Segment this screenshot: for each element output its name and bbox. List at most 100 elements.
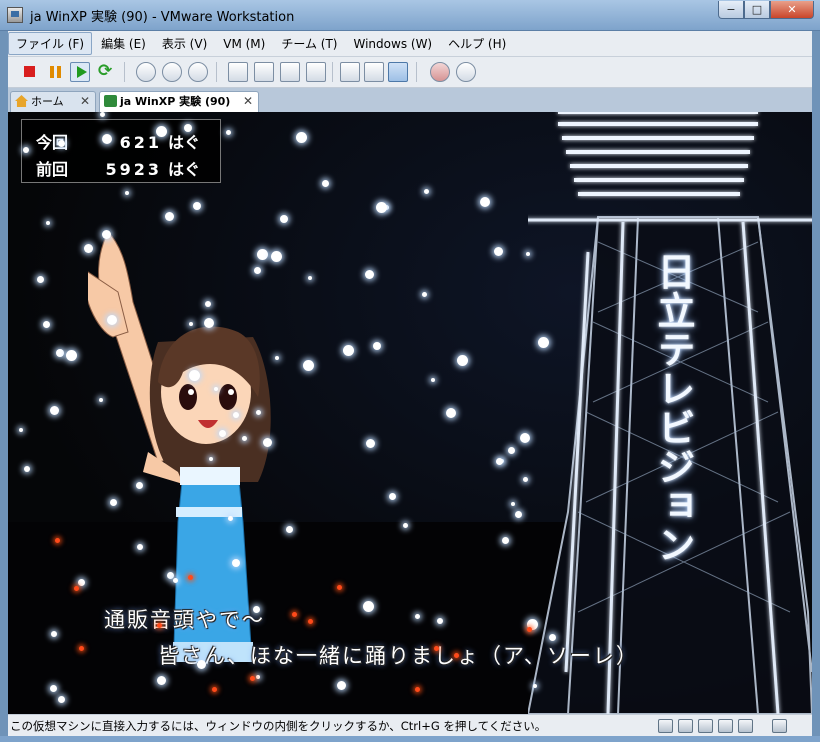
snow-particle	[256, 675, 260, 679]
close-button[interactable]: ✕	[770, 1, 814, 19]
unity-icon[interactable]	[340, 62, 360, 82]
ember-particle	[415, 687, 420, 692]
snow-particle	[189, 322, 193, 326]
vm-screen[interactable]: 日立テレビジョン 今回 621 はぐ 前回 5923 はぐ 通販音頭やで～ 皆さ…	[8, 112, 812, 714]
snow-particle	[424, 189, 429, 194]
snow-particle	[102, 230, 111, 239]
menu-file[interactable]: ファイル (F)	[8, 32, 93, 55]
ember-particle	[454, 653, 459, 658]
snow-particle	[24, 466, 30, 472]
usb-icon[interactable]	[698, 719, 713, 733]
snow-particle	[363, 601, 374, 612]
snow-particle	[523, 477, 528, 482]
quick-switch-icon[interactable]	[280, 62, 300, 82]
snow-particle	[263, 438, 272, 447]
snow-particle	[422, 292, 427, 297]
maximize-button[interactable]: □	[744, 1, 770, 19]
window-title: ja WinXP 実験 (90) - VMware Workstation	[30, 10, 295, 25]
lyric-line-1: 通販音頭やで～	[104, 608, 265, 632]
snow-particle	[226, 130, 231, 135]
sidebar-icon[interactable]	[228, 62, 248, 82]
play-icon[interactable]	[70, 62, 90, 82]
console-view-icon[interactable]	[306, 62, 326, 82]
menu-help[interactable]: ヘルプ (H)	[441, 33, 513, 54]
tab-vm-label: ja WinXP 実験 (90)	[120, 95, 231, 108]
stop-icon[interactable]	[20, 62, 40, 82]
snow-particle	[110, 499, 117, 506]
tab-strip: ホーム ✕ ja WinXP 実験 (90) ✕	[8, 88, 812, 112]
appliance-view-icon[interactable]	[388, 62, 408, 82]
toolbar	[8, 57, 812, 88]
score-row-previous: 前回 5923 はぐ	[36, 156, 200, 180]
snow-particle	[204, 318, 214, 328]
menu-vm[interactable]: VM (M)	[216, 35, 272, 53]
snow-particle	[66, 350, 77, 361]
snow-particle	[242, 436, 247, 441]
snow-particle	[197, 660, 206, 669]
sound-icon[interactable]	[718, 719, 733, 733]
snow-particle	[19, 428, 23, 432]
snow-particle	[343, 345, 354, 356]
snow-particle	[84, 244, 93, 253]
snow-particle	[280, 215, 288, 223]
snow-particle	[373, 342, 381, 350]
menu-windows[interactable]: Windows (W)	[347, 35, 440, 53]
snow-particle	[549, 634, 556, 641]
snow-particle	[214, 387, 218, 391]
snow-particle	[322, 180, 329, 187]
snow-particle	[46, 221, 50, 225]
snow-particle	[125, 191, 129, 195]
window-titlebar[interactable]: ja WinXP 実験 (90) - VMware Workstation − …	[0, 0, 820, 31]
snow-particle	[184, 124, 192, 132]
snow-particle	[480, 197, 490, 207]
snow-particle	[526, 252, 530, 256]
snow-particle	[403, 523, 408, 528]
snow-particle	[337, 681, 346, 690]
vmware-app-icon[interactable]	[7, 7, 23, 23]
snow-particle	[389, 493, 396, 500]
tab-vm[interactable]: ja WinXP 実験 (90) ✕	[99, 91, 259, 112]
snapshot-manager-icon[interactable]	[188, 62, 208, 82]
pause-icon[interactable]	[46, 62, 66, 82]
network-icon[interactable]	[678, 719, 693, 733]
snow-particle	[23, 147, 29, 153]
snow-particle	[156, 126, 167, 137]
score-previous-value: 5923	[105, 160, 162, 179]
reset-icon[interactable]	[96, 61, 116, 82]
snow-particle	[228, 516, 233, 521]
snow-particle	[296, 132, 307, 143]
tab-home-close-icon[interactable]: ✕	[80, 92, 90, 111]
tab-home[interactable]: ホーム ✕	[10, 91, 96, 112]
ember-particle	[74, 586, 79, 591]
minimize-button[interactable]: −	[718, 1, 744, 19]
snow-particle	[209, 457, 213, 461]
snow-particle	[431, 378, 435, 382]
revert-snapshot-icon[interactable]	[162, 62, 182, 82]
ember-particle	[250, 676, 255, 681]
summary-icon[interactable]	[364, 62, 384, 82]
ember-particle	[308, 619, 313, 624]
menu-view[interactable]: 表示 (V)	[155, 33, 214, 54]
snow-particle	[286, 526, 293, 533]
snow-particle	[233, 412, 239, 418]
snow-particle	[193, 202, 201, 210]
snapshot-icon[interactable]	[136, 62, 156, 82]
folder-icon[interactable]	[738, 719, 753, 733]
snow-particle	[137, 544, 143, 550]
snow-particle	[494, 247, 503, 256]
fullscreen-icon[interactable]	[254, 62, 274, 82]
message-icon[interactable]	[772, 719, 787, 733]
menu-team[interactable]: チーム (T)	[274, 33, 344, 54]
tower-sign: 日立テレビジョン	[651, 252, 695, 564]
ember-particle	[55, 538, 60, 543]
snow-particle	[107, 315, 117, 325]
replay-icon[interactable]	[456, 62, 476, 82]
menu-edit[interactable]: 編集 (E)	[94, 33, 153, 54]
snow-particle	[219, 430, 226, 437]
tab-vm-close-icon[interactable]: ✕	[243, 92, 253, 111]
snow-particle	[173, 578, 178, 583]
record-icon[interactable]	[430, 62, 450, 82]
hdd-icon[interactable]	[658, 719, 673, 733]
snow-particle	[205, 301, 211, 307]
snow-particle	[303, 360, 314, 371]
